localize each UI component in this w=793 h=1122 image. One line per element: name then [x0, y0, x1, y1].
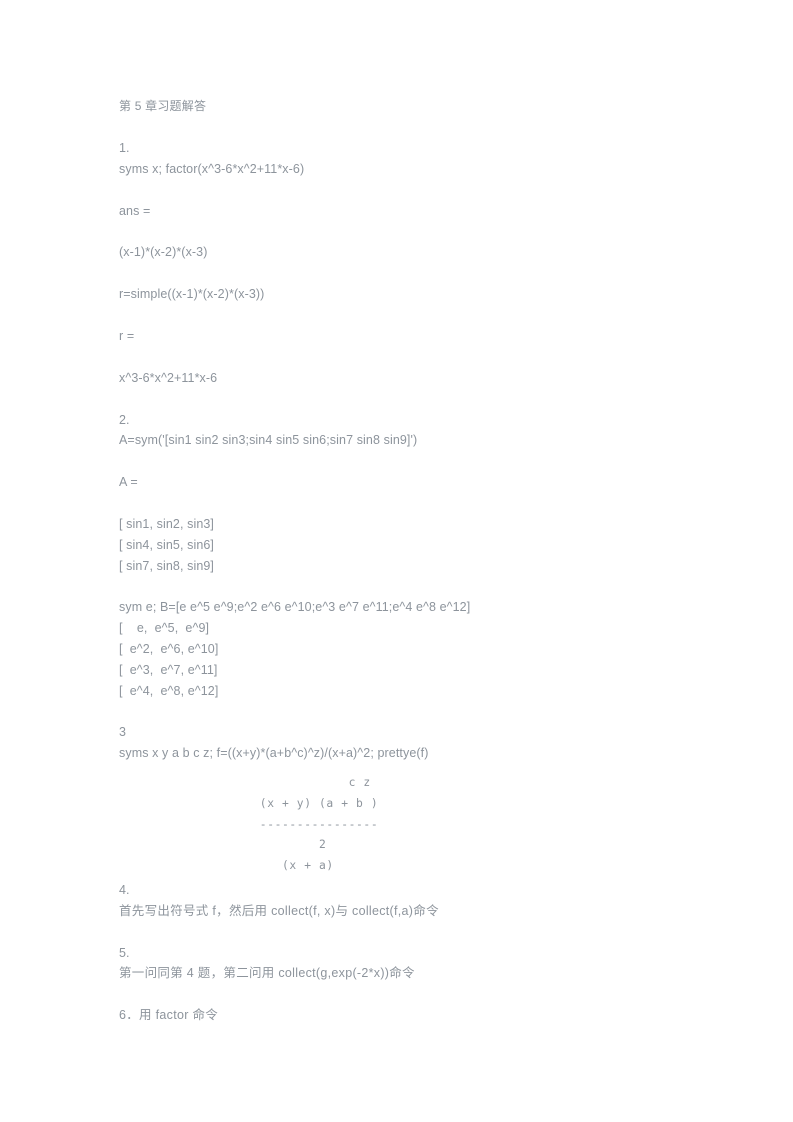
matrix-a-row-1: [ sin1, sin2, sin3]	[119, 516, 215, 531]
section-1-line-5: r =	[119, 328, 135, 343]
section-2-command-b: sym e; B=[e e^5 e^9;e^2 e^6 e^10;e^3 e^7…	[119, 600, 471, 615]
section-4-number: 4.	[119, 882, 130, 897]
section-1-line-6: x^3-6*x^2+11*x-6	[119, 370, 218, 385]
document-page: 第 5 章习题解答 1. syms x; factor(x^3-6*x^2+11…	[0, 0, 793, 1122]
pretty-line-3-divider: ----------------	[245, 817, 379, 831]
section-3-number: 3	[119, 725, 127, 740]
section-1-line-3: (x-1)*(x-2)*(x-3)	[119, 245, 208, 260]
matrix-b-row-3: [ e^3, e^7, e^11]	[119, 662, 218, 677]
section-1-line-1: syms x; factor(x^3-6*x^2+11*x-6)	[119, 161, 305, 176]
section-6: 6．用 factor 命令	[119, 1005, 674, 1026]
section-2-number: 2.	[119, 412, 130, 427]
section-3: 3 syms x y a b c z; f=((x+y)*(a+b^c)^z)/…	[119, 722, 674, 877]
matrix-a-row-3: [ sin7, sin8, sin9]	[119, 558, 215, 573]
section-4: 4. 首先写出符号式 f，然后用 collect(f, x)与 collect(…	[119, 880, 674, 922]
section-2-result-label: A =	[119, 475, 138, 490]
pretty-line-1: c z	[245, 775, 371, 789]
page-title: 第 5 章习题解答	[119, 99, 207, 113]
section-3-command: syms x y a b c z; f=((x+y)*(a+b^c)^z)/(x…	[119, 746, 429, 761]
section-5: 5. 第一问同第 4 题，第二问用 collect(g,exp(-2*x))命令	[119, 943, 674, 985]
pretty-print-formula: c z (x + y) (a + b ) ---------------- 2 …	[119, 773, 674, 877]
matrix-b-row-4: [ e^4, e^8, e^12]	[119, 683, 219, 698]
section-1-number: 1.	[119, 141, 130, 155]
matrix-b-row-2: [ e^2, e^6, e^10]	[119, 641, 219, 656]
section-1-line-4: r=simple((x-1)*(x-2)*(x-3))	[119, 287, 265, 302]
section-1: 1. syms x; factor(x^3-6*x^2+11*x-6) ans …	[119, 138, 674, 389]
matrix-a-row-2: [ sin4, sin5, sin6]	[119, 537, 215, 552]
section-4-text: 首先写出符号式 f，然后用 collect(f, x)与 collect(f,a…	[119, 903, 439, 918]
section-5-number: 5.	[119, 945, 130, 960]
section-2-command: A=sym('[sin1 sin2 sin3;sin4 sin5 sin6;si…	[119, 433, 418, 448]
matrix-b-row-1: [ e, e^5, e^9]	[119, 621, 210, 636]
section-1-line-2: ans =	[119, 203, 151, 218]
section-2: 2. A=sym('[sin1 sin2 sin3;sin4 sin5 sin6…	[119, 410, 674, 702]
pretty-line-2: (x + y) (a + b )	[245, 796, 379, 810]
pretty-line-4: 2	[245, 838, 327, 852]
section-5-text: 第一问同第 4 题，第二问用 collect(g,exp(-2*x))命令	[119, 966, 415, 981]
section-6-text: 6．用 factor 命令	[119, 1008, 219, 1023]
pretty-line-5: (x + a)	[245, 859, 334, 873]
